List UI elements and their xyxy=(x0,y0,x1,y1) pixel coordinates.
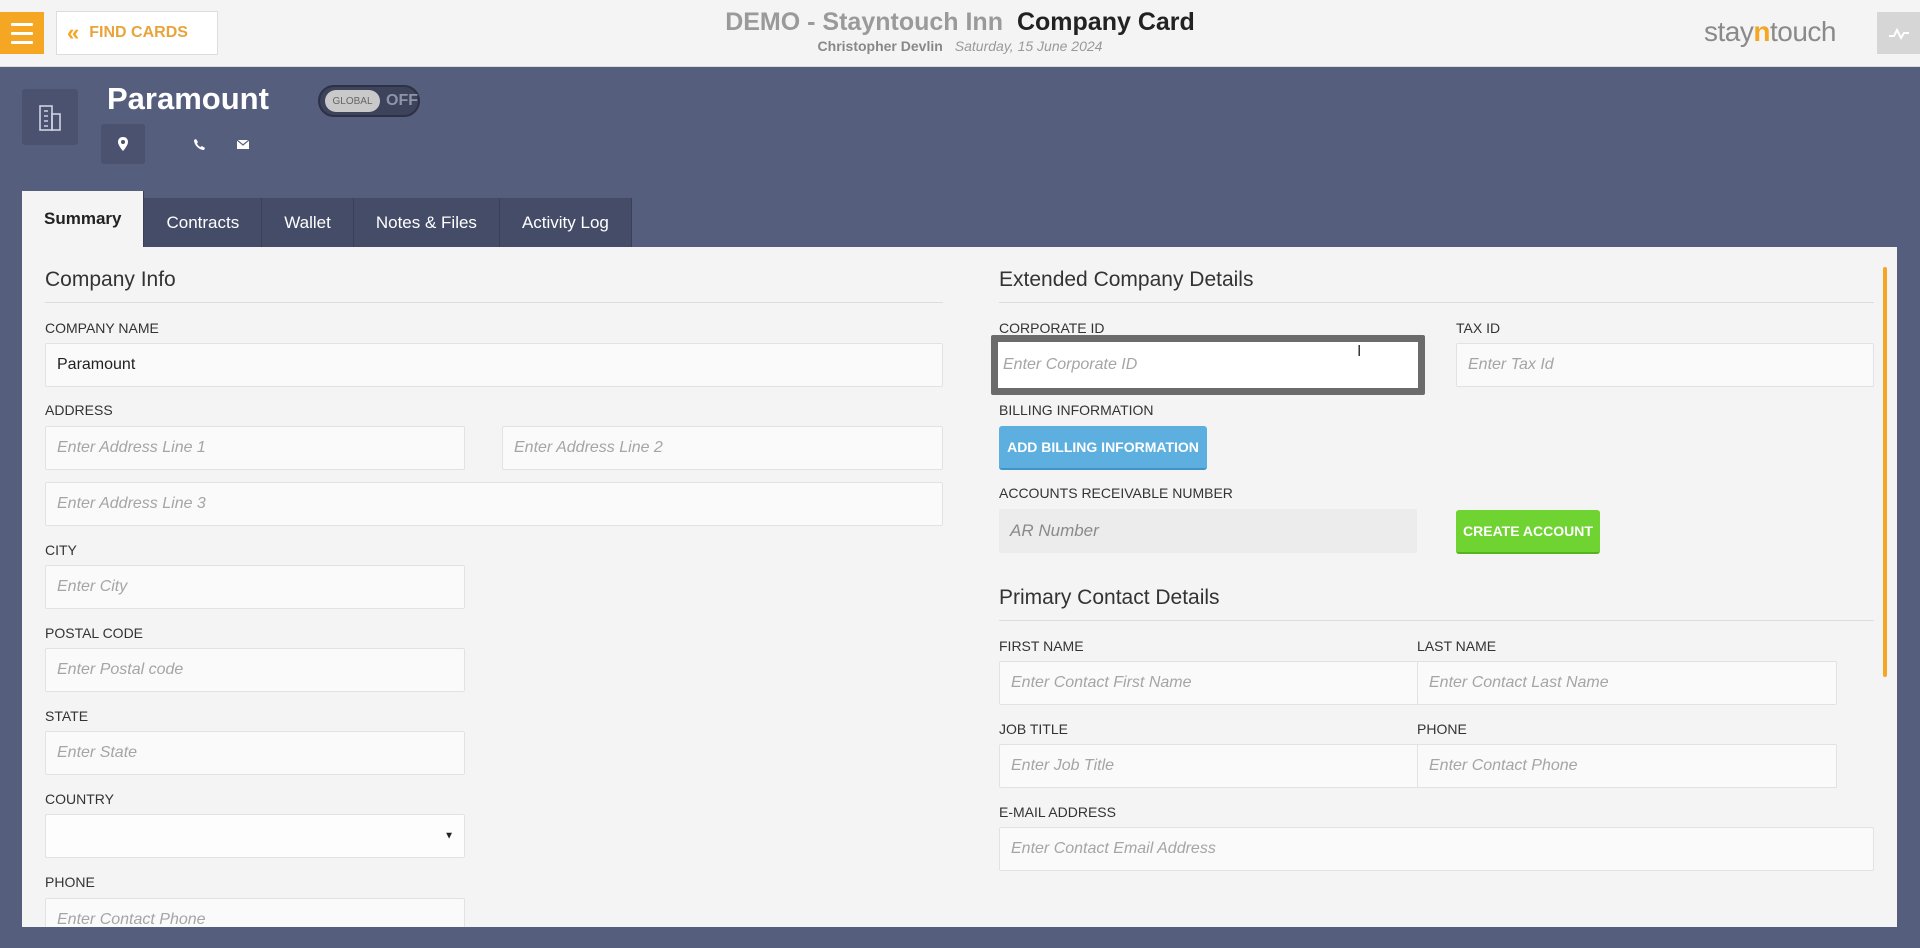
tab-bar: Summary Contracts Wallet Notes & Files A… xyxy=(22,191,632,247)
user-name: Christopher Devlin xyxy=(817,38,943,54)
billing-information-label: BILLING INFORMATION xyxy=(999,402,1154,418)
first-name-label: FIRST NAME xyxy=(999,638,1084,654)
contact-phone-label: PHONE xyxy=(1417,721,1467,737)
accounts-receivable-label: ACCOUNTS RECEIVABLE NUMBER xyxy=(999,485,1233,501)
page-title: Company Card xyxy=(1016,8,1195,36)
tab-wallet[interactable]: Wallet xyxy=(262,198,354,247)
country-label: COUNTRY xyxy=(45,791,114,807)
last-name-label: LAST NAME xyxy=(1417,638,1497,654)
divider xyxy=(999,302,1874,303)
tab-notes-files[interactable]: Notes & Files xyxy=(353,198,500,247)
state-field[interactable]: Enter State xyxy=(45,731,465,775)
scrollbar[interactable] xyxy=(1883,267,1887,677)
tab-contracts[interactable]: Contracts xyxy=(144,198,263,247)
company-phone-field[interactable]: Enter Contact Phone xyxy=(45,898,465,927)
global-toggle-knob: GLOBAL xyxy=(325,90,380,112)
tax-id-field[interactable]: Enter Tax Id xyxy=(1456,343,1874,387)
global-toggle[interactable]: GLOBAL OFF xyxy=(318,85,420,117)
postal-code-label: POSTAL CODE xyxy=(45,625,144,641)
dropdown-arrow-icon: ▼ xyxy=(444,830,454,842)
address-line3-field[interactable]: Enter Address Line 3 xyxy=(45,482,943,526)
activity-graph-icon[interactable] xyxy=(1877,12,1920,54)
postal-code-field[interactable]: Enter Postal code xyxy=(45,648,465,692)
summary-panel: Company Info COMPANY NAME Paramount ADDR… xyxy=(22,247,1897,927)
company-contact-icons xyxy=(101,124,265,164)
job-title-label: JOB TITLE xyxy=(999,721,1068,737)
tab-activity-log[interactable]: Activity Log xyxy=(499,198,632,247)
address-line1-field[interactable]: Enter Address Line 1 xyxy=(45,426,465,470)
global-toggle-state: OFF xyxy=(386,92,418,109)
stayntouch-logo: stayntouch xyxy=(1704,16,1836,47)
city-label: CITY xyxy=(45,542,77,558)
tax-id-label: TAX ID xyxy=(1456,320,1501,336)
city-field[interactable]: Enter City xyxy=(45,565,465,609)
company-building-icon xyxy=(22,89,78,145)
add-billing-information-button[interactable]: ADD BILLING INFORMATION xyxy=(999,426,1207,470)
contact-phone-field[interactable]: Enter Contact Phone xyxy=(1417,744,1837,788)
phone-label: PHONE xyxy=(45,874,95,890)
tab-summary[interactable]: Summary xyxy=(22,191,145,247)
divider xyxy=(45,302,943,303)
text-cursor-icon: I xyxy=(1357,343,1362,360)
company-info-title: Company Info xyxy=(45,268,176,291)
contact-email-field[interactable]: Enter Contact Email Address xyxy=(999,827,1874,871)
page-heading: DEMO - Stayntouch Inn Company Card Christ… xyxy=(0,8,1920,54)
company-name-heading: Paramount xyxy=(107,81,269,116)
contact-first-name-field[interactable]: Enter Contact First Name xyxy=(999,661,1419,705)
extended-details-title: Extended Company Details xyxy=(999,268,1254,291)
contact-last-name-field[interactable]: Enter Contact Last Name xyxy=(1417,661,1837,705)
state-label: STATE xyxy=(45,708,89,724)
corporate-id-label: CORPORATE ID xyxy=(999,320,1105,336)
contact-job-title-field[interactable]: Enter Job Title xyxy=(999,744,1419,788)
hotel-name: DEMO - Stayntouch Inn xyxy=(725,8,1003,36)
create-account-button[interactable]: CREATE ACCOUNT xyxy=(1456,510,1600,554)
email-label: E-MAIL ADDRESS xyxy=(999,804,1116,820)
company-name-field[interactable]: Paramount xyxy=(45,343,943,387)
location-pin-icon[interactable] xyxy=(101,124,145,164)
country-select[interactable]: ▼ xyxy=(45,814,465,858)
primary-contact-title: Primary Contact Details xyxy=(999,586,1220,609)
top-header: « FIND CARDS DEMO - Stayntouch Inn Compan… xyxy=(0,0,1920,67)
business-date: Saturday, 15 June 2024 xyxy=(954,38,1103,54)
company-name-label: COMPANY NAME xyxy=(45,320,159,336)
divider xyxy=(999,620,1874,621)
phone-icon[interactable] xyxy=(177,124,221,164)
email-icon[interactable] xyxy=(221,124,265,164)
address-line2-field[interactable]: Enter Address Line 2 xyxy=(502,426,943,470)
address-label: ADDRESS xyxy=(45,402,113,418)
ar-number-field: AR Number xyxy=(999,509,1417,553)
